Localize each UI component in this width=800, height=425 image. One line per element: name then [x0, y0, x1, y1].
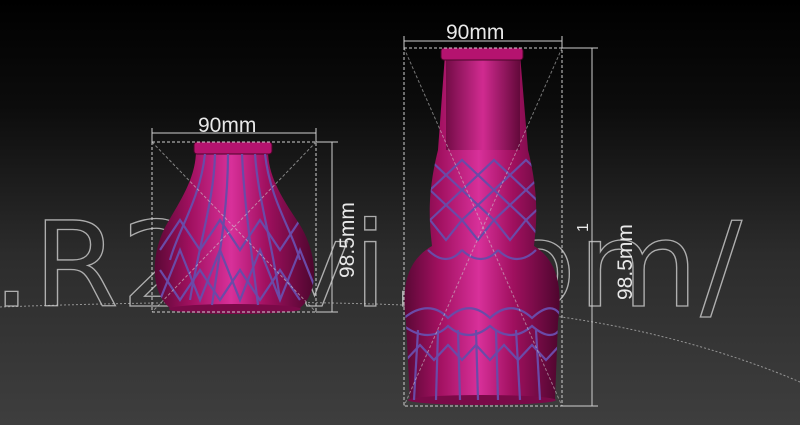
tall-vase-base — [408, 395, 556, 405]
scene-canvas[interactable]: .R2Pvi.com/ 90mm 98.5mm 90mm 98.5mm 1 — [0, 0, 800, 425]
tall-vase-width-label: 90mm — [446, 21, 504, 44]
small-vase[interactable] — [154, 141, 320, 314]
tall-vase-rim — [440, 47, 524, 61]
small-vase-rim — [193, 141, 273, 155]
tall-vase-side-marker: 1 — [575, 223, 592, 232]
tall-vase-neck — [446, 58, 520, 150]
tall-vase-height-label: 98.5mm — [614, 224, 637, 300]
small-vase-width-label: 90mm — [198, 114, 256, 137]
3d-viewport[interactable]: .R2Pvi.com/ 90mm 98.5mm 90mm 98.5mm 1 — [0, 0, 800, 425]
small-vase-height-label: 98.5mm — [336, 202, 359, 278]
